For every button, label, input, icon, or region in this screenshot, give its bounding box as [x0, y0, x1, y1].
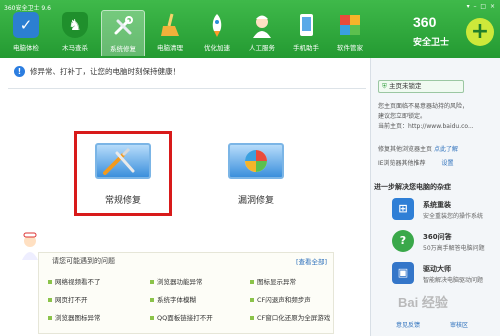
phone-icon [293, 12, 319, 38]
ie-recommend-link: IE浏览器其他推荐 设置 [378, 160, 454, 167]
faq-view-all-link[interactable]: [查看全部] [296, 256, 327, 266]
nav-tab-software-manager[interactable]: 软件管家 [328, 10, 372, 56]
service-title[interactable]: 360问答 [423, 232, 452, 242]
learn-more-link[interactable]: 点此了解 [434, 146, 458, 153]
service-desc: 安全重装您的操作系统 [423, 213, 484, 220]
nav-tab-phone-assistant[interactable]: 手机助手 [284, 10, 328, 56]
faq-item[interactable]: CF闪退声和频步声 [250, 294, 311, 304]
faq-item[interactable]: 网络视频看不了 [48, 276, 101, 286]
rocket-icon [204, 12, 230, 38]
current-homepage: 当前主页：http://www.baidu.co... [378, 123, 474, 130]
faq-title: 请您可能遇到的问题 [52, 257, 115, 265]
software-box-icon [337, 12, 363, 38]
nav-label: 手机助手 [293, 44, 319, 52]
windows-logo-icon: ⊞ [392, 198, 414, 220]
highlight-box [74, 131, 172, 216]
monitor-check-icon: ✓ [13, 12, 39, 38]
tool-label: 漏洞修复 [237, 196, 274, 206]
faq-item[interactable]: 系统字体模糊 [150, 294, 196, 304]
nav-label: 电脑清理 [157, 44, 183, 52]
nav-tab-system-repair[interactable]: 系统修复 [101, 10, 145, 56]
qa-bubble-icon: ? [392, 230, 414, 252]
nav-tab-optimize[interactable]: 优化加速 [195, 10, 239, 56]
service-title[interactable]: 系统重装 [423, 200, 451, 210]
baidu-watermark: Bai 经验 [398, 295, 448, 310]
nav-label: 软件管家 [337, 44, 363, 52]
broom-icon [157, 12, 183, 38]
faq-item[interactable]: CF窗口化还原为全屏游戏 [250, 312, 330, 322]
nav-label: 系统修复 [110, 45, 136, 53]
plus-logo-icon: + [466, 18, 494, 46]
wrench-screwdriver-icon [110, 13, 136, 39]
window-controls[interactable]: ▾ – □ × [467, 3, 496, 10]
service-desc: 50万高手解答电脑问题 [423, 245, 485, 252]
feedback-link[interactable]: 意见反馈 [396, 320, 420, 329]
review-area-link[interactable]: 审核区 [450, 320, 468, 329]
section-title: 进一步解决您电脑的杂症 [374, 183, 451, 191]
brand-logo: 360 安全卫士 + [412, 12, 496, 52]
nav-tab-cleanup[interactable]: 电脑清理 [148, 10, 192, 56]
faq-item[interactable]: 网页打不开 [48, 294, 88, 304]
nav-label: 人工服务 [249, 44, 275, 52]
nav-label: 木马查杀 [62, 44, 88, 52]
settings-link[interactable]: 设置 [441, 160, 453, 167]
driver-chip-icon: ▣ [392, 262, 414, 284]
info-icon: ! [14, 66, 25, 77]
homepage-lock-button[interactable]: ⛨ 主页未锁定 [378, 80, 464, 93]
faq-item[interactable]: 浏览器图标异常 [48, 312, 101, 322]
homepage-warning: 建议您立即锁定。 [378, 113, 427, 120]
doctor-avatar-icon [20, 232, 40, 260]
nav-label: 电脑体检 [13, 44, 39, 52]
vulnerability-repair-icon [228, 143, 284, 179]
tip-text: 修异常、打补丁，让您的电脑时刻保持健康！ [30, 67, 180, 76]
faq-item[interactable]: QQ面板链接打不开 [150, 312, 213, 322]
homepage-warning: 您主页面临不易意器劫持的风险， [378, 103, 469, 110]
service-desc: 智能解决电脑驱动问题 [423, 277, 484, 284]
divider [8, 88, 366, 89]
nav-tab-trojan-scan[interactable]: ♞ 木马查杀 [53, 10, 97, 56]
vulnerability-repair-button[interactable]: 漏洞修复 [216, 137, 296, 215]
support-agent-icon [249, 12, 275, 38]
browser-homepage-link: 修复其他浏览器主页 点此了解 [378, 146, 458, 153]
shield-icon: ⛨ [382, 82, 389, 90]
tip-message: ! 修异常、打补丁，让您的电脑时刻保持健康！ [14, 66, 180, 77]
faq-item[interactable]: 图标显示异常 [250, 276, 296, 286]
service-title[interactable]: 驱动大师 [423, 264, 451, 274]
nav-label: 优化加速 [204, 44, 230, 52]
faq-item[interactable]: 浏览器功能异常 [150, 276, 203, 286]
nav-tab-human-service[interactable]: 人工服务 [240, 10, 284, 56]
top-bar: 360安全卫士 9.6 ▾ – □ × ✓ 电脑体检 ♞ 木马查杀 系统修复 电… [0, 0, 500, 58]
shield-horse-icon: ♞ [62, 12, 88, 38]
nav-tab-checkup[interactable]: ✓ 电脑体检 [4, 10, 48, 56]
